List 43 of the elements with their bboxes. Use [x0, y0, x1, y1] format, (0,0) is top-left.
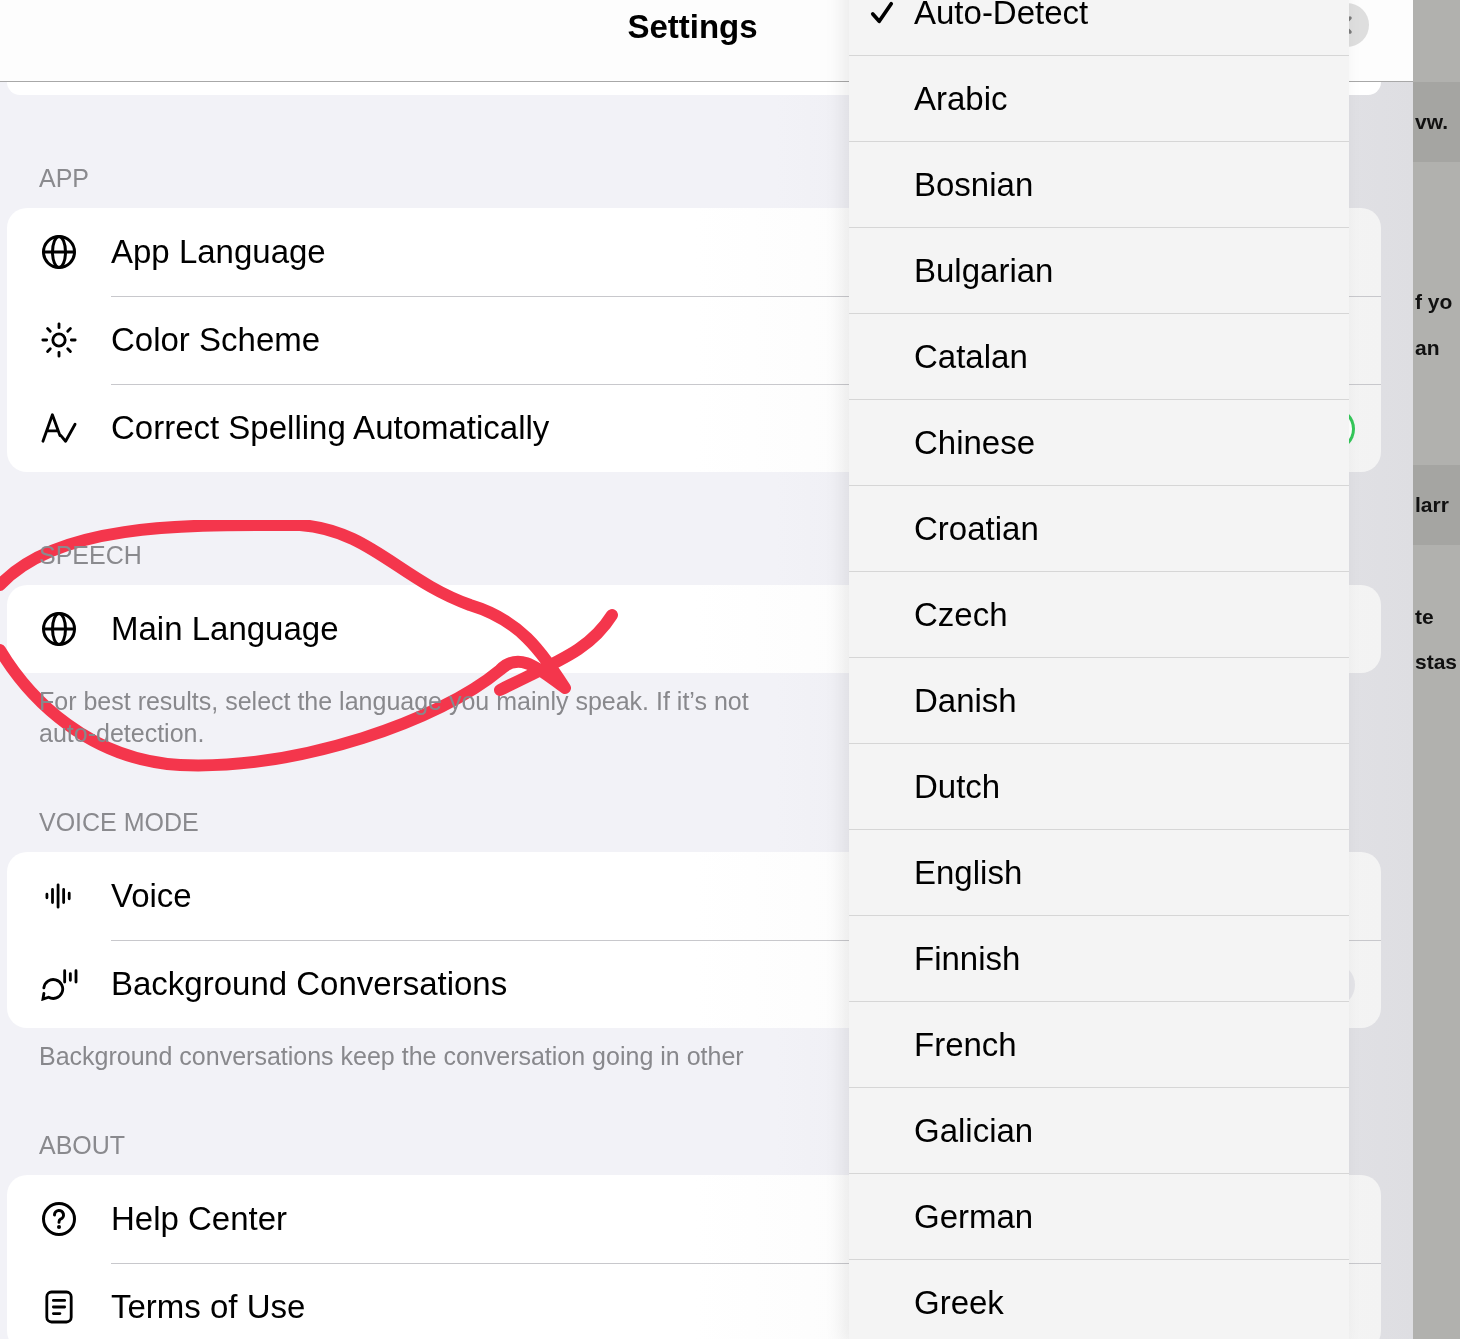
- background-text: te: [1415, 604, 1434, 630]
- menu-item[interactable]: Greek: [849, 1260, 1349, 1339]
- menu-item[interactable]: Chinese: [849, 400, 1349, 486]
- footnote-text: Background conversations keep the conversation going in other: [39, 1041, 744, 1072]
- speech-bubble-icon: [40, 967, 78, 1001]
- background-text: vw.: [1413, 82, 1460, 162]
- row-label[interactable]: Correct Spelling Automatically: [111, 384, 550, 472]
- section-header: VOICE MODE: [39, 807, 199, 837]
- menu-item[interactable]: Catalan: [849, 314, 1349, 400]
- row-label[interactable]: Voice: [111, 852, 192, 940]
- section-header: ABOUT: [39, 1130, 126, 1160]
- menu-item[interactable]: Auto-Detect: [849, 0, 1349, 56]
- row-label[interactable]: Color Scheme: [111, 296, 321, 384]
- window-title: Settings: [627, 7, 758, 46]
- menu-item[interactable]: Czech: [849, 572, 1349, 658]
- menu-item[interactable]: French: [849, 1002, 1349, 1088]
- background-text: larr: [1413, 465, 1460, 545]
- row-label[interactable]: Terms of Use: [111, 1263, 306, 1339]
- background-text: f yo: [1415, 289, 1453, 315]
- background-text: an: [1415, 335, 1440, 361]
- menu-item[interactable]: Danish: [849, 658, 1349, 744]
- row-label[interactable]: App Language: [111, 208, 326, 296]
- document-icon: [44, 1289, 74, 1325]
- section-header: APP: [39, 163, 90, 193]
- row-label[interactable]: Background Conversations: [111, 940, 508, 1028]
- menu-item[interactable]: German: [849, 1174, 1349, 1260]
- menu-item[interactable]: Croatian: [849, 486, 1349, 572]
- sun-icon: [40, 321, 78, 359]
- spellcheck-icon: [40, 411, 78, 445]
- menu-item[interactable]: Bosnian: [849, 142, 1349, 228]
- row-label[interactable]: Main Language: [111, 585, 339, 673]
- globe-icon: [41, 234, 77, 270]
- background-text: stas: [1415, 649, 1458, 675]
- menu-item[interactable]: Dutch: [849, 744, 1349, 830]
- menu-item[interactable]: Arabic: [849, 56, 1349, 142]
- waveform-icon: [44, 883, 74, 909]
- menu-item[interactable]: Bulgarian: [849, 228, 1349, 314]
- menu-item[interactable]: Finnish: [849, 916, 1349, 1002]
- menu-item[interactable]: English: [849, 830, 1349, 916]
- help-icon: [41, 1201, 77, 1237]
- menu-item[interactable]: Galician: [849, 1088, 1349, 1174]
- globe-icon: [41, 611, 77, 647]
- row-label[interactable]: Help Center: [111, 1175, 288, 1263]
